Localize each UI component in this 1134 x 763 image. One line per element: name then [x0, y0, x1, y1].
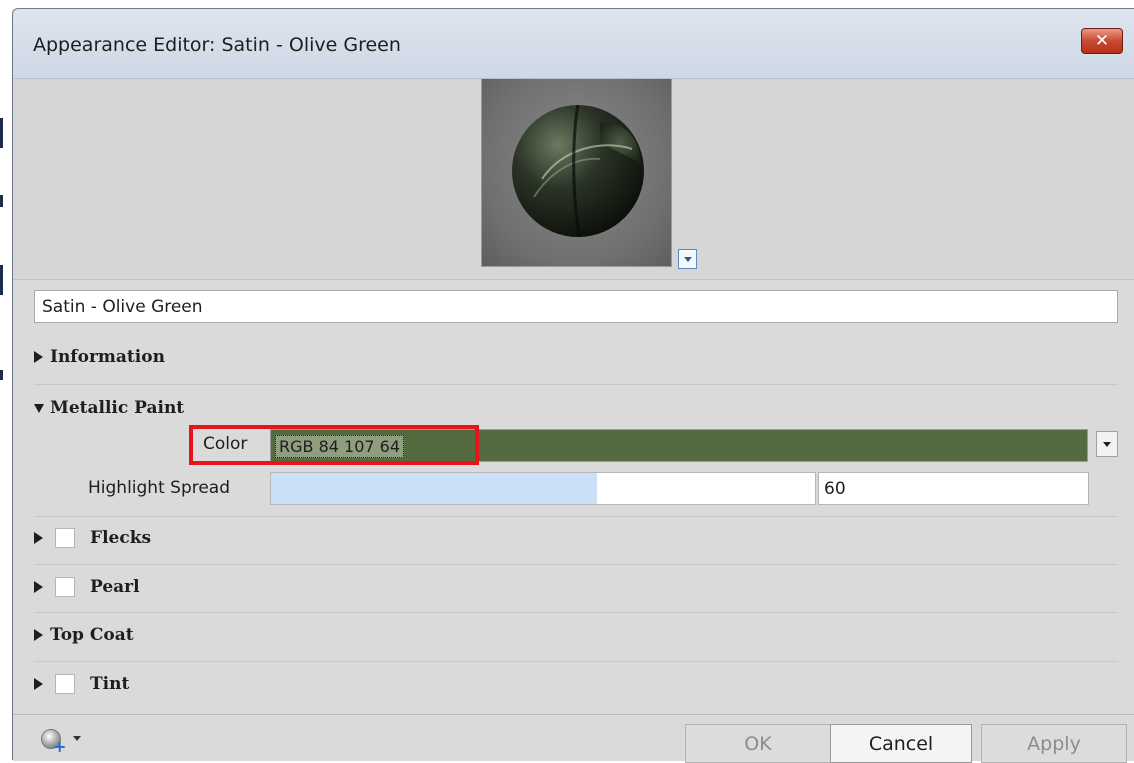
close-button[interactable]: ✕ [1081, 28, 1123, 54]
title-bar: Appearance Editor: Satin - Olive Green ✕ [13, 9, 1134, 79]
background-window-edge [0, 0, 10, 760]
divider [34, 661, 1118, 662]
pearl-checkbox[interactable] [55, 577, 75, 597]
close-icon: ✕ [1094, 30, 1110, 51]
button-bar: + OK Cancel Apply [13, 714, 1134, 763]
preview-area [13, 79, 1134, 279]
divider [34, 384, 1118, 385]
plus-icon: + [53, 737, 67, 756]
expand-arrow-icon [34, 581, 43, 593]
divider [34, 516, 1118, 517]
expand-arrow-icon [34, 678, 43, 690]
collapse-arrow-icon [34, 403, 44, 413]
section-label: Top Coat [50, 625, 134, 645]
divider [13, 279, 1134, 280]
material-preview [481, 79, 672, 267]
slider-fill [271, 473, 598, 504]
section-label: Tint [90, 674, 130, 694]
highlight-spread-slider[interactable] [270, 472, 816, 505]
appearance-editor-dialog: Appearance Editor: Satin - Olive Green ✕ [12, 8, 1134, 763]
chevron-down-icon [1103, 441, 1111, 447]
ok-button[interactable]: OK [685, 724, 831, 763]
preview-options-button[interactable] [678, 249, 697, 269]
divider [34, 564, 1118, 565]
apply-button[interactable]: Apply [981, 724, 1127, 763]
section-metallic-paint[interactable]: Metallic Paint [34, 393, 184, 423]
sphere-preview-icon [512, 104, 644, 238]
annotation-highlight-box [189, 425, 479, 465]
material-name-field[interactable]: Satin - Olive Green [34, 290, 1118, 323]
section-flecks[interactable]: Flecks [34, 523, 151, 553]
window-title: Appearance Editor: Satin - Olive Green [33, 34, 401, 56]
chevron-down-icon [683, 256, 692, 262]
section-label: Metallic Paint [50, 398, 185, 418]
tint-checkbox[interactable] [55, 674, 75, 694]
section-top-coat[interactable]: Top Coat [34, 620, 134, 650]
expand-arrow-icon [34, 532, 43, 544]
cancel-button[interactable]: Cancel [830, 724, 972, 763]
section-pearl[interactable]: Pearl [34, 572, 140, 602]
section-label: Flecks [90, 528, 152, 548]
chevron-down-icon[interactable] [73, 736, 81, 741]
section-label: Pearl [90, 577, 140, 597]
highlight-spread-label: Highlight Spread [88, 478, 231, 498]
section-label: Information [50, 347, 165, 367]
divider [34, 612, 1118, 613]
section-information[interactable]: Information [34, 342, 165, 372]
section-tint[interactable]: Tint [34, 669, 129, 699]
color-dropdown-button[interactable] [1096, 431, 1118, 457]
expand-arrow-icon [34, 351, 43, 363]
expand-arrow-icon [34, 629, 43, 641]
flecks-checkbox[interactable] [55, 528, 75, 548]
highlight-spread-value[interactable]: 60 [818, 472, 1089, 505]
